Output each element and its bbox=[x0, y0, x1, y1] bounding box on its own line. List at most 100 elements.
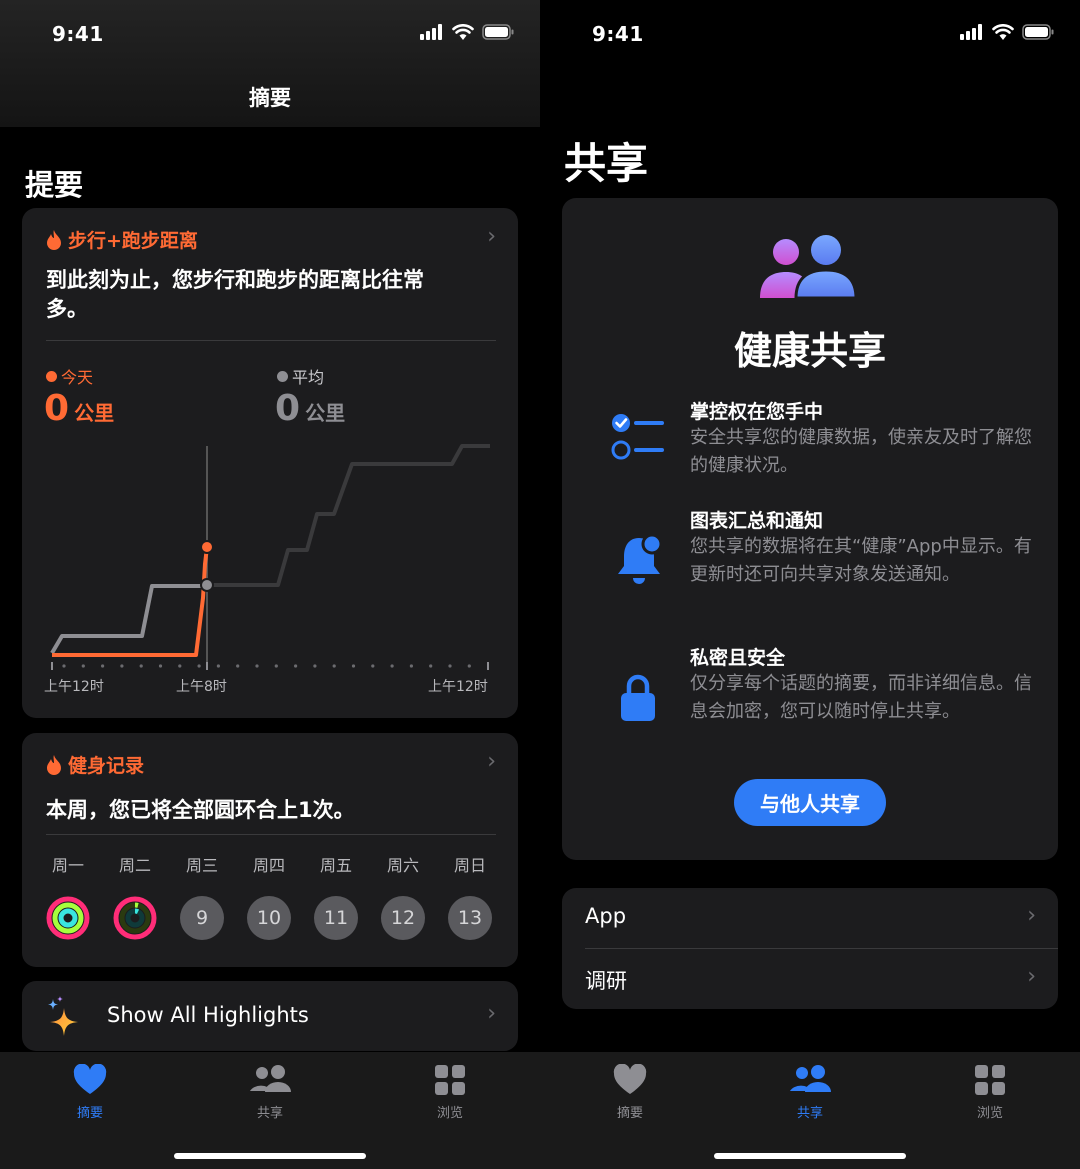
axis-tick-dot bbox=[351, 664, 356, 668]
bell-icon bbox=[618, 534, 663, 584]
today-line bbox=[52, 546, 209, 657]
sharing-screen: 9:41 共享 健康共享 掌控权在您手中 安全共享您的健康数据，使亲友及时了解您… bbox=[540, 0, 1080, 1169]
cellular-signal-icon bbox=[960, 24, 982, 40]
chevron-right-icon: › bbox=[1027, 903, 1036, 928]
people-icon bbox=[250, 1065, 291, 1092]
day-number: 9 bbox=[180, 896, 224, 940]
axis-tick-dot bbox=[332, 664, 336, 668]
feature-description: 您共享的数据将在其“健康”App中显示。有更新时还可向共享对象发送通知。 bbox=[690, 536, 1032, 585]
page-title: 共享 bbox=[564, 139, 649, 188]
checklist-icon bbox=[611, 414, 664, 460]
day-label: 周六 bbox=[386, 856, 419, 875]
tab-bar: 摘要 共享 浏览 bbox=[540, 1052, 1080, 1169]
axis-tick-dot bbox=[158, 664, 163, 668]
list-item-research[interactable]: 调研 › bbox=[562, 949, 1058, 1009]
tab-sharing[interactable]: 共享 bbox=[210, 1064, 330, 1121]
status-time: 9:41 bbox=[52, 22, 104, 46]
wifi-icon bbox=[992, 24, 1014, 40]
axis-tick-dot bbox=[429, 664, 433, 668]
feature-title: 掌控权在您手中 bbox=[690, 401, 824, 423]
feature-title: 图表汇总和通知 bbox=[690, 510, 824, 532]
wifi-icon bbox=[452, 24, 474, 40]
axis-tick-dot bbox=[390, 664, 394, 668]
today-point bbox=[200, 540, 214, 554]
highlights-label: Show All Highlights bbox=[107, 1003, 309, 1027]
list-item-app[interactable]: App › bbox=[562, 888, 1058, 948]
day-number: 12 bbox=[381, 896, 425, 940]
grid-icon bbox=[975, 1065, 1005, 1095]
axis-label-mid: 上午8时 bbox=[176, 679, 227, 695]
people-icon bbox=[790, 1065, 831, 1092]
axis-tick-dot bbox=[81, 664, 85, 668]
feature-description: 仅分享每个话题的摘要，而非详细信息。信息会加密，您可以随时停止共享。 bbox=[690, 673, 1032, 722]
feature-title: 私密且安全 bbox=[690, 647, 786, 669]
hero-title: 健康共享 bbox=[733, 329, 886, 373]
tab-summary[interactable]: 摘要 bbox=[30, 1063, 150, 1121]
day-number: 11 bbox=[314, 896, 358, 940]
fitness-card-title: 健身记录 bbox=[68, 755, 145, 777]
axis-tick-dot bbox=[216, 664, 220, 668]
day-label: 周四 bbox=[252, 856, 285, 875]
axis-label-start: 上午12时 bbox=[44, 679, 104, 695]
distance-chart bbox=[50, 444, 490, 670]
chevron-right-icon: › bbox=[1027, 964, 1036, 989]
nav-title: 摘要 bbox=[249, 86, 291, 110]
battery-icon bbox=[1022, 24, 1054, 40]
heart-icon bbox=[73, 1063, 107, 1094]
axis-tick-dot bbox=[274, 664, 278, 668]
axis-tick-dot bbox=[448, 664, 452, 668]
axis-tick-dot bbox=[294, 664, 298, 668]
day-label: 周一 bbox=[51, 856, 84, 875]
battery-icon bbox=[482, 24, 514, 40]
chevron-right-icon: › bbox=[487, 1001, 496, 1026]
axis-tick-dot bbox=[139, 664, 143, 668]
average-line-today bbox=[50, 583, 208, 655]
axis-ticks bbox=[62, 664, 471, 668]
day-label: 周五 bbox=[319, 856, 352, 875]
tab-summary[interactable]: 摘要 bbox=[570, 1063, 690, 1121]
flame-icon bbox=[47, 754, 61, 775]
day-number: 10 bbox=[247, 896, 291, 940]
axis-tick-dot bbox=[255, 664, 259, 668]
sparkles-icon bbox=[48, 996, 78, 1036]
people-icon bbox=[760, 235, 858, 300]
show-all-highlights-button[interactable]: Show All Highlights › bbox=[22, 981, 518, 1051]
lock-icon bbox=[621, 674, 655, 721]
axis-label-end: 上午12时 bbox=[428, 679, 488, 695]
home-indicator[interactable] bbox=[714, 1153, 906, 1159]
status-time: 9:41 bbox=[592, 22, 644, 46]
fitness-message: 本周，您已将全部圆环合上1次。 bbox=[46, 798, 355, 822]
tab-browse[interactable]: 浏览 bbox=[930, 1064, 1050, 1121]
chevron-right-icon: › bbox=[487, 749, 496, 774]
axis-tick-dot bbox=[120, 664, 124, 668]
status-bar: 9:41 bbox=[540, 0, 1080, 70]
axis-tick-dot bbox=[101, 664, 105, 668]
axis-tick-dot bbox=[371, 664, 375, 668]
axis-tick-dot bbox=[62, 664, 66, 668]
section-title: 提要 bbox=[25, 168, 84, 202]
activity-ring-closed[interactable] bbox=[46, 896, 90, 940]
status-bar: 9:41 bbox=[0, 0, 540, 70]
activity-ring-partial[interactable] bbox=[113, 896, 157, 940]
axis-tick-dot bbox=[236, 664, 240, 668]
tab-bar: 摘要 共享 浏览 bbox=[0, 1052, 540, 1169]
axis-tick-dot bbox=[313, 664, 317, 668]
axis-tick-dot bbox=[467, 664, 471, 668]
day-label: 周日 bbox=[453, 856, 486, 875]
tab-browse[interactable]: 浏览 bbox=[390, 1064, 510, 1121]
share-with-others-button[interactable]: 与他人共享 bbox=[734, 779, 886, 826]
day-label: 周二 bbox=[118, 856, 151, 875]
distance-card[interactable]: 步行+跑步距离 › 到此刻为止，您步行和跑步的距离比往常多。 今天 0 公里 平… bbox=[22, 208, 518, 718]
summary-screen: 摘要 9:41 提要 步行+跑步距离 › 到此刻为止，您步行和跑步的距离比往常多… bbox=[0, 0, 540, 1169]
feature-description: 安全共享您的健康数据，使亲友及时了解您的健康状况。 bbox=[690, 427, 1032, 476]
axis-tick-dot bbox=[409, 664, 413, 668]
tab-sharing[interactable]: 共享 bbox=[750, 1064, 870, 1121]
axis-tick-dot bbox=[178, 664, 182, 668]
day-label: 周三 bbox=[185, 856, 218, 875]
home-indicator[interactable] bbox=[174, 1153, 366, 1159]
day-number: 13 bbox=[448, 896, 492, 940]
average-line bbox=[50, 444, 490, 655]
cellular-signal-icon bbox=[420, 24, 442, 40]
axis-tick-dot bbox=[197, 664, 201, 668]
heart-icon bbox=[613, 1063, 647, 1094]
